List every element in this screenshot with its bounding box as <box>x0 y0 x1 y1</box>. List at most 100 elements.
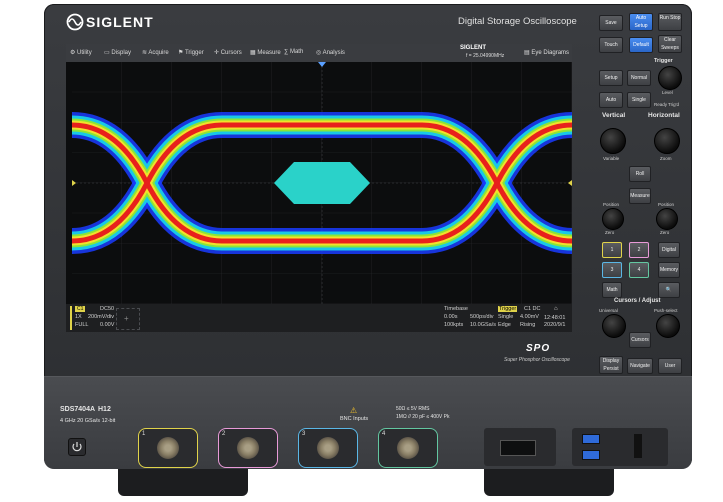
waveform-grid <box>72 62 572 304</box>
touch-button[interactable]: Touch <box>599 37 623 53</box>
frequency-readout: f = 25.04990MHz <box>466 53 505 59</box>
model-option: H12 <box>98 406 111 413</box>
universal-label: Universal <box>599 308 618 313</box>
model-name: SDS7404A <box>60 406 96 413</box>
model-spec: 4 GHz 20 GSa/s 12-bit <box>60 418 116 424</box>
info-bar: C1 DC50 1X 200mV/div FULL 0.00V + Timeba… <box>66 304 572 332</box>
bnc-connector-icon <box>317 437 339 459</box>
spo-logo: SPO <box>526 343 551 354</box>
channel4-button[interactable]: 4 <box>629 262 649 278</box>
siglent-logo-icon <box>64 13 86 31</box>
vertical-position-label: Position <box>603 202 620 207</box>
user-button[interactable]: User <box>658 358 682 374</box>
search-icon: 🔍 <box>665 287 673 293</box>
save-button[interactable]: Save <box>599 15 623 31</box>
vertical-zero-label: Zero <box>605 230 615 235</box>
control-panel: Save Auto Setup Run Stop Touch Default C… <box>596 10 686 374</box>
menu-analysis[interactable]: ◎ Analysis <box>316 49 345 56</box>
clock-display: ⌂ 12:48:01 2020/9/1 <box>544 306 566 328</box>
variable-label: Variable <box>603 156 620 161</box>
channel2-button[interactable]: 2 <box>629 242 649 258</box>
power-button[interactable] <box>68 438 86 456</box>
measure-button[interactable]: Measure <box>629 188 651 204</box>
navigate-button[interactable]: Navigate <box>627 358 653 374</box>
probe-compensation-slot[interactable] <box>500 440 536 456</box>
vertical-scale-knob[interactable] <box>600 128 626 154</box>
timebase-info[interactable]: Timebase 0.00s 500ps/div 100kpts 10.0GSa… <box>444 306 496 330</box>
cursors-button[interactable]: Cursors <box>629 332 651 348</box>
plus-icon: + <box>124 314 129 323</box>
menu-bar: ⚙ Utility ▭ Display ≋ Acquire ⚑ Trigger … <box>66 44 572 62</box>
adjust-knob[interactable] <box>656 314 680 338</box>
display-persist-button[interactable]: Display Persist <box>599 356 623 374</box>
menu-cursors[interactable]: ✛ Cursors <box>214 49 242 56</box>
trigger-single-button[interactable]: Single <box>627 92 651 108</box>
spo-tagline: Super Phosphor Oscilloscope <box>504 357 570 363</box>
search-button[interactable]: 🔍 <box>658 282 680 298</box>
bnc-connector-icon <box>157 437 179 459</box>
roll-button[interactable]: Roll <box>629 166 651 182</box>
trigger-section-label: Trigger <box>654 58 673 64</box>
bnc-spec-1mohm: 1MΩ // 20 pF ≤ 400V Pk <box>396 414 450 420</box>
menu-measure[interactable]: ▦ Measure <box>250 49 281 56</box>
bnc-connector-icon <box>237 437 259 459</box>
horizontal-scale-knob[interactable] <box>654 128 680 154</box>
trigger-level-knob[interactable] <box>658 66 682 90</box>
menu-display[interactable]: ▭ Display <box>104 49 131 56</box>
usb-port-top[interactable] <box>582 434 600 444</box>
channel2-input[interactable]: 2 <box>218 428 278 468</box>
trigger-normal-button[interactable]: Normal <box>627 70 651 86</box>
push-select-label: Push-select <box>654 308 678 313</box>
trigd-indicator: Trig'd <box>668 102 679 107</box>
network-icon: ⌂ <box>554 306 558 312</box>
trigger-auto-button[interactable]: Auto <box>599 92 623 108</box>
menu-trigger[interactable]: ⚑ Trigger <box>178 49 204 56</box>
digital-button[interactable]: Digital <box>658 242 680 258</box>
probe-interface <box>484 428 556 466</box>
zoom-label: Zoom <box>660 156 672 161</box>
brand-name: SIGLENT <box>86 14 154 30</box>
horizontal-position-label: Position <box>658 202 675 207</box>
memory-button[interactable]: Memory <box>658 262 680 278</box>
add-channel-slot[interactable]: + <box>116 308 140 330</box>
clear-sweeps-button[interactable]: Clear Sweeps <box>658 35 682 53</box>
bnc-label: BNC Inputs <box>340 416 369 422</box>
channel1-info[interactable]: C1 DC50 1X 200mV/div FULL 0.00V <box>70 306 114 330</box>
left-foot <box>118 468 248 496</box>
menu-utility[interactable]: ⚙ Utility <box>70 49 92 56</box>
math-button[interactable]: Math <box>602 282 622 298</box>
vertical-section-label: Vertical <box>602 112 626 119</box>
channel3-input[interactable]: 3 <box>298 428 358 468</box>
vertical-position-knob[interactable] <box>602 208 624 230</box>
level-label: Level <box>662 90 673 95</box>
channel4-input[interactable]: 4 <box>378 428 438 468</box>
horizontal-section-label: Horizontal <box>648 112 680 119</box>
eye-diagrams-tab[interactable]: ▤ Eye Diagrams <box>524 49 569 56</box>
run-stop-button[interactable]: Run Stop <box>658 13 682 31</box>
horizontal-position-knob[interactable] <box>656 208 678 230</box>
trigger-info[interactable]: Trigger C1 DC Single 4.00mV Edge Rising <box>498 306 542 330</box>
universal-knob[interactable] <box>602 314 626 338</box>
screen-brand: SIGLENT <box>460 45 487 51</box>
channel1-button[interactable]: 1 <box>602 242 622 258</box>
device-header: Digital Storage Oscilloscope <box>458 16 577 27</box>
channel1-input[interactable]: 1 <box>138 428 198 468</box>
eye-mask <box>274 162 370 204</box>
bnc-connector-icon <box>397 437 419 459</box>
usb-port-panel <box>572 428 668 466</box>
right-foot <box>484 468 614 496</box>
warning-icon: ⚠ <box>350 406 358 415</box>
device-port[interactable] <box>634 434 642 458</box>
ready-indicator: Ready <box>654 102 668 107</box>
menu-math[interactable]: ∑ Math <box>284 49 303 55</box>
bnc-spec-50ohm: 50Ω ≤ 5V RMS <box>396 406 430 412</box>
horizontal-zero-label: Zero <box>660 230 670 235</box>
power-icon <box>72 442 82 452</box>
channel3-button[interactable]: 3 <box>602 262 622 278</box>
menu-acquire[interactable]: ≋ Acquire <box>142 49 169 56</box>
auto-setup-button[interactable]: Auto Setup <box>629 13 653 31</box>
default-button[interactable]: Default <box>629 37 653 53</box>
trigger-setup-button[interactable]: Setup <box>599 70 623 86</box>
usb-port-bottom[interactable] <box>582 450 600 460</box>
cursors-adjust-label: Cursors / Adjust <box>614 298 661 304</box>
